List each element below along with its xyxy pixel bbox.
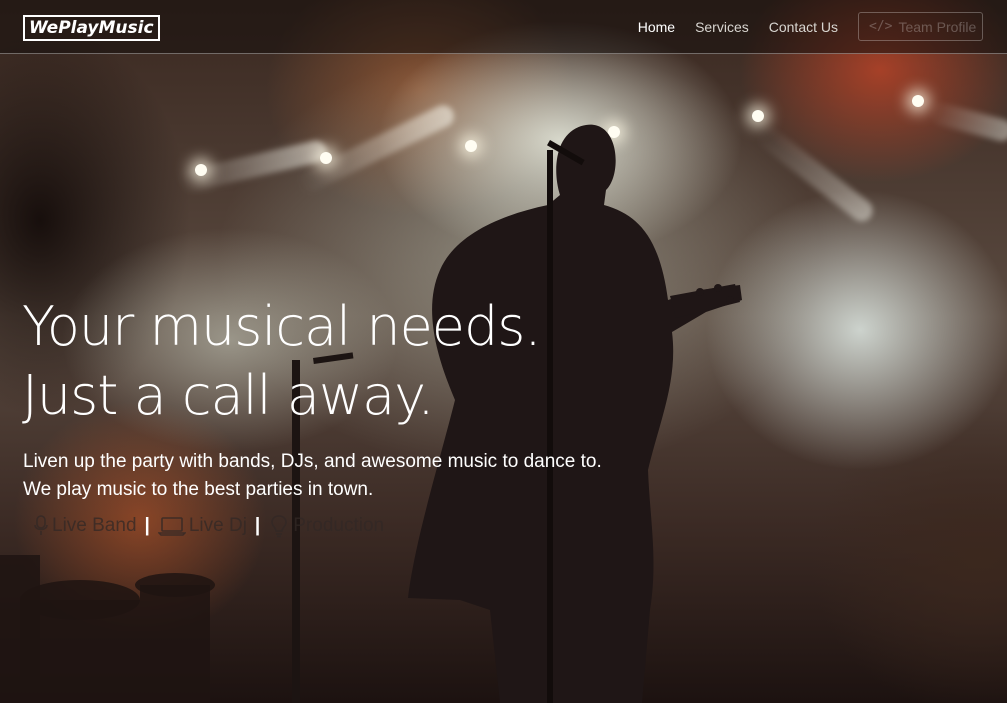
team-profile-button[interactable]: </> Team Profile — [858, 12, 983, 41]
hero-tagline: Liven up the party with bands, DJs, and … — [23, 448, 602, 504]
code-icon: </> — [869, 19, 893, 34]
laptop-icon — [157, 517, 186, 536]
service-production[interactable]: Production — [268, 514, 384, 538]
nav-links: Home Services Contact Us </> Team Profil… — [638, 0, 1007, 53]
tagline-line-2: We play music to the best parties in tow… — [23, 479, 374, 500]
service-label: Live Dj — [188, 515, 247, 536]
service-live-dj[interactable]: Live Dj — [157, 515, 247, 537]
services-list: Live Band | Live Dj | Production — [33, 513, 384, 539]
top-navbar: WePlayMusic Home Services Contact Us </>… — [0, 0, 1007, 54]
separator: | — [254, 515, 261, 536]
hero-headline: Your musical needs. Just a call away. — [22, 292, 542, 430]
separator: | — [144, 515, 150, 536]
nav-link-home[interactable]: Home — [638, 19, 675, 35]
headline-line-2: Just a call away. — [22, 364, 435, 427]
lightbulb-icon — [271, 515, 288, 538]
site-logo[interactable]: WePlayMusic — [23, 15, 160, 41]
service-label: Production — [293, 515, 385, 536]
service-live-band[interactable]: Live Band — [33, 515, 137, 537]
team-profile-label: Team Profile — [898, 18, 977, 35]
service-label: Live Band — [52, 515, 137, 536]
microphone-icon — [34, 515, 48, 535]
nav-link-contact-us[interactable]: Contact Us — [769, 19, 838, 35]
headline-line-1: Your musical needs. — [22, 295, 542, 358]
nav-link-services[interactable]: Services — [695, 19, 749, 35]
tagline-line-1: Liven up the party with bands, DJs, and … — [23, 451, 602, 472]
